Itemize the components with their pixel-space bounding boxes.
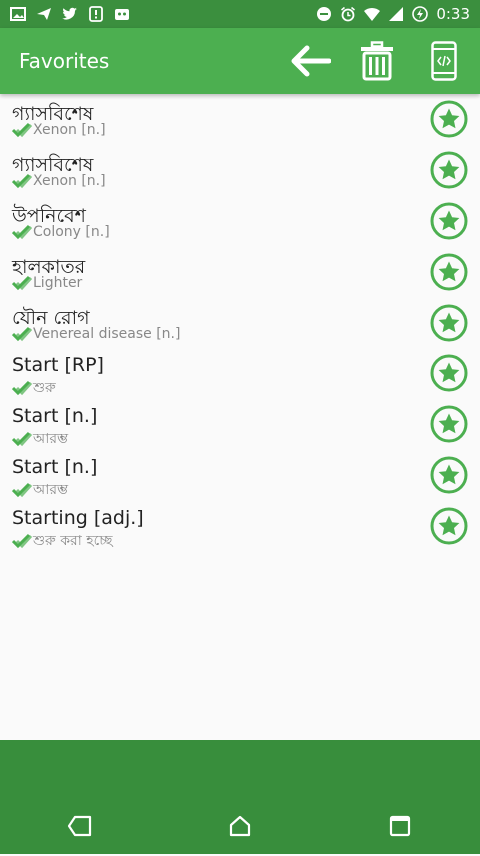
favorites-list: গ্যাসবিশেষ Xenon [n.] গ্যাসবিশেষ Xenon [ [0,94,480,740]
send-icon [37,8,51,20]
nav-recents-button[interactable] [365,796,435,856]
double-check-icon [12,432,32,447]
list-item-word: Start [n.] [12,456,98,479]
signal-icon [389,7,404,21]
list-item-meaning: আরম্ভ [33,431,69,448]
double-check-icon [12,173,32,189]
navigation-bar [0,740,480,854]
back-button[interactable] [286,37,334,85]
nav-back-button[interactable] [45,796,115,856]
list-item-meaning-row: শুরু [12,376,56,400]
list-item-meaning: শুরু করা হচ্ছে [33,533,113,550]
list-item-word: Start [RP] [12,354,104,377]
list-item-meaning-row: আরম্ভ [12,478,68,502]
image-icon [10,7,26,21]
delete-all-button[interactable] [353,37,401,85]
list-item-meaning: Xenon [n.] [33,122,106,138]
list-item-meaning: Xenon [n.] [33,172,106,189]
star-icon[interactable] [430,456,468,494]
list-item[interactable]: গ্যাসবিশেষ Xenon [n.] [0,145,480,196]
status-bar: 0:33 [0,0,480,28]
list-item[interactable]: হালকাতর Lighter [0,247,480,298]
app-bar-actions [267,37,480,85]
list-item-meaning-row: Venereal disease [n.] [12,326,180,342]
recents-nav-icon [389,815,411,837]
double-check-icon [12,122,32,138]
star-icon[interactable] [430,151,468,189]
list-item-meaning-row: শুরু করা হচ্ছে [12,529,112,553]
double-check-icon [12,534,32,549]
star-icon[interactable] [430,202,468,240]
list-item[interactable]: উপনিবেশ Colony [n.] [0,196,480,247]
list-item[interactable]: গ্যাসবিশেষ Xenon [n.] [0,94,480,145]
list-item[interactable]: Start [n.] আরম্ভ [0,399,480,450]
list-item-meaning: আরম্ভ [33,482,69,499]
star-icon[interactable] [430,354,468,392]
list-item[interactable]: Start [n.] আরম্ভ [0,450,480,501]
list-item[interactable]: Starting [adj.] শুরু করা হচ্ছে [0,501,480,552]
list-item-meaning-row: আরম্ভ [12,427,68,451]
double-check-icon [12,275,32,290]
trash-icon [361,41,393,81]
list-item-meaning-row: Lighter [12,275,82,291]
list-item[interactable]: Start [RP] শুরু [0,348,480,399]
list-item-meaning: Lighter [33,274,83,291]
back-arrow-icon [291,45,331,77]
list-item[interactable]: যৌন রোগ Venereal disease [n.] [0,298,480,349]
alarm-icon [341,6,356,22]
list-item-meaning-row: Xenon [n.] [12,173,106,189]
nav-home-button[interactable] [205,796,275,856]
star-icon[interactable] [430,507,468,545]
home-nav-icon [229,815,251,837]
star-icon[interactable] [430,304,468,342]
back-nav-icon [67,815,92,837]
list-item-meaning-row: Xenon [n.] [12,122,106,138]
status-left-icons [0,6,130,22]
phone-code-icon [431,41,457,81]
share-app-button[interactable] [420,37,468,85]
star-icon[interactable] [430,253,468,291]
double-check-icon [12,326,32,341]
app-bar: Favorites [0,28,480,94]
list-item-word: Starting [adj.] [12,507,144,530]
list-item-meaning: Colony [n.] [33,223,110,240]
twitter-icon [62,7,77,20]
android-icon [115,9,129,20]
alert-icon [89,6,103,22]
star-icon[interactable] [430,405,468,443]
list-item-meaning: Venereal disease [n.] [33,325,181,342]
status-right-icons: 0:33 [316,5,480,23]
star-icon[interactable] [430,100,468,138]
double-check-icon [12,224,32,239]
battery-icon [412,6,429,22]
double-check-icon [12,483,32,498]
list-item-meaning-row: Colony [n.] [12,224,110,240]
status-time: 0:33 [436,5,470,23]
double-check-icon [12,381,32,396]
dnd-icon [317,7,332,21]
wifi-icon [364,7,381,21]
list-item-meaning: শুরু [33,380,56,397]
page-title: Favorites [19,49,110,73]
list-item-word: Start [n.] [12,405,98,428]
